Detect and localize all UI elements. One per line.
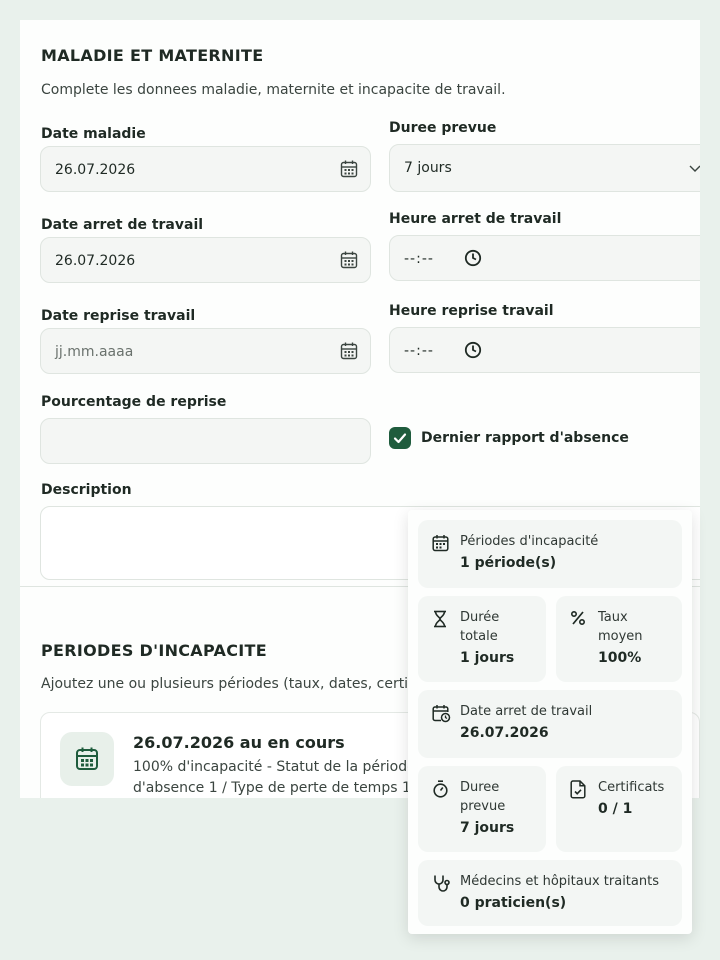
summary-certificats-label: Certificats — [598, 780, 665, 795]
date-arret-input[interactable]: 26.07.2026 — [40, 237, 371, 283]
section-title: MALADIE ET MATERNITE — [41, 46, 264, 65]
summary-medecins-value: 0 praticien(s) — [460, 895, 567, 911]
percent-icon — [570, 610, 586, 630]
heure-arret-value: --:-- — [404, 251, 434, 267]
file-check-icon — [570, 780, 586, 803]
summary-date-arret: Date arret de travail 26.07.2026 — [418, 690, 682, 758]
stethoscope-icon — [432, 874, 452, 897]
pourcentage-label: Pourcentage de reprise — [41, 394, 227, 410]
dernier-rapport-label[interactable]: Dernier rapport d'absence — [421, 430, 629, 446]
summary-duree-totale-label: Durée totale — [460, 610, 500, 644]
heure-arret-label: Heure arret de travail — [389, 211, 562, 227]
summary-certificats: Certificats 0 / 1 — [556, 766, 682, 852]
stopwatch-icon — [432, 780, 449, 802]
hourglass-icon — [432, 610, 448, 632]
calendar-icon[interactable] — [340, 250, 358, 274]
duree-prevue-label: Duree prevue — [389, 120, 497, 136]
date-maladie-input[interactable]: 26.07.2026 — [40, 146, 371, 192]
clock-icon[interactable] — [464, 249, 482, 271]
calendar-icon[interactable] — [340, 159, 358, 183]
heure-arret-input[interactable]: --:-- — [389, 235, 700, 281]
date-arret-label: Date arret de travail — [41, 217, 204, 233]
summary-taux-moyen-value: 100% — [598, 650, 642, 666]
summary-date-arret-value: 26.07.2026 — [460, 725, 549, 741]
date-maladie-label: Date maladie — [41, 126, 146, 142]
heure-reprise-value: --:-- — [404, 343, 434, 359]
checkmark-icon — [393, 433, 407, 444]
calendar-icon — [432, 534, 449, 556]
pourcentage-input[interactable] — [40, 418, 371, 464]
date-reprise-input[interactable]: jj.mm.aaaa — [40, 328, 371, 374]
calendar-icon[interactable] — [340, 341, 358, 365]
summary-date-arret-label: Date arret de travail — [460, 704, 593, 719]
summary-duree-prevue-value: 7 jours — [460, 820, 515, 836]
dernier-rapport-checkbox[interactable] — [389, 427, 411, 449]
clock-icon[interactable] — [464, 341, 482, 363]
duree-prevue-value: 7 jours — [404, 160, 452, 176]
summary-duree-prevue-label: Duree prevue — [460, 780, 506, 814]
periods-title: PERIODES D'INCAPACITE — [41, 641, 267, 660]
summary-panel: Périodes d'incapacité 1 période(s) Durée… — [408, 510, 692, 934]
period-icon-box — [60, 732, 114, 786]
summary-periodes-value: 1 période(s) — [460, 555, 557, 571]
heure-reprise-label: Heure reprise travail — [389, 303, 554, 319]
description-label: Description — [41, 482, 132, 498]
date-arret-value: 26.07.2026 — [55, 253, 136, 269]
summary-duree-totale: Durée totale 1 jours — [418, 596, 546, 682]
date-maladie-value: 26.07.2026 — [55, 162, 136, 178]
calendar-icon — [76, 747, 98, 770]
date-reprise-label: Date reprise travail — [41, 308, 196, 324]
date-reprise-placeholder: jj.mm.aaaa — [55, 344, 134, 360]
summary-taux-moyen-label: Taux moyen — [598, 610, 643, 644]
summary-medecins-label: Médecins et hôpitaux traitants — [460, 874, 659, 889]
heure-reprise-input[interactable]: --:-- — [389, 327, 700, 373]
summary-duree-prevue: Duree prevue 7 jours — [418, 766, 546, 852]
calendar-clock-icon — [432, 704, 451, 727]
summary-medecins: Médecins et hôpitaux traitants 0 pratici… — [418, 860, 682, 926]
summary-periodes-label: Périodes d'incapacité — [460, 534, 599, 549]
summary-periodes: Périodes d'incapacité 1 période(s) — [418, 520, 682, 588]
chevron-down-icon — [688, 161, 700, 179]
summary-duree-totale-value: 1 jours — [460, 650, 515, 666]
duree-prevue-select[interactable]: 7 jours — [389, 144, 700, 192]
periods-subtitle: Ajoutez une ou plusieurs périodes (taux,… — [41, 676, 445, 692]
period-description: 100% d'incapacité - Statut de la période… — [133, 759, 416, 796]
period-title: 26.07.2026 au en cours — [133, 733, 345, 752]
summary-certificats-value: 0 / 1 — [598, 801, 633, 817]
summary-taux-moyen: Taux moyen 100% — [556, 596, 682, 682]
section-subtitle: Complete les donnees maladie, maternite … — [41, 82, 506, 98]
